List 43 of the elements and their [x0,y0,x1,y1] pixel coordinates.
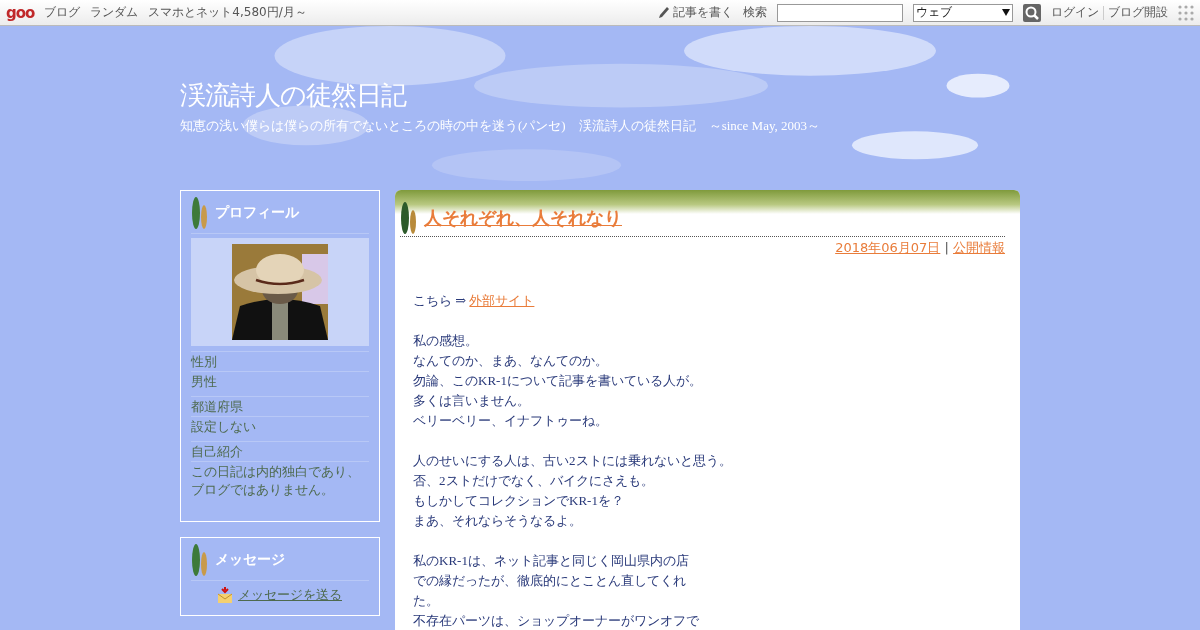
tree-icon [400,201,418,235]
profile-value: 男性 [191,371,369,391]
body-text: 私の感想。 [413,332,479,350]
body-text: 人のせいにする人は、古い2ストには乗れないと思う。 [413,452,733,470]
body-text: での縁だったが、徹底的にとことん直してくれ [413,572,687,590]
caret-icon [1002,9,1010,16]
goo-logo[interactable]: goo [6,3,35,22]
body-text: 否、2ストだけでなく、バイクにさえも。 [413,472,655,490]
profile-value: この日記は内的独白であり、 ブログではありません。 [191,461,369,499]
body-text: 勿論、このKR-1について記事を書いている人が。 [413,372,703,390]
top-link[interactable]: ランダム [90,4,139,21]
search-icon[interactable] [1023,3,1041,22]
signup-link[interactable]: ブログ開設 [1108,4,1168,21]
body-text: 私のKR-1は、ネット記事と同じく岡山県内の店 [413,552,690,570]
search-field[interactable] [777,3,903,22]
profile-label: 性別 [191,351,369,371]
top-link[interactable]: スマホとネット4,580円/月～ [148,4,307,21]
profile-value: 設定しない [191,416,369,436]
tree-icon [191,543,209,577]
scope-text: ウェブ [916,4,952,21]
profile-label: 都道府県 [191,396,369,416]
meta-separator: | [944,240,949,255]
profile-label: 自己紹介 [191,441,369,461]
body-text: 多くは言いません。 [413,392,531,410]
body-text: 不存在パーツは、ショップオーナーがワンオフで [413,612,700,630]
search-scope-dropdown[interactable]: ウェブ [913,3,1013,22]
top-link[interactable]: ブログ [44,4,81,21]
panel-title: プロフィール [215,204,299,222]
body-text: なんてのか、まあ、なんてのか。 [413,352,609,370]
login-link[interactable]: ログイン [1051,4,1099,21]
apps-icon[interactable] [1178,4,1194,21]
pen-icon [657,5,669,20]
tree-icon [191,196,209,230]
body-text: ベリーベリー、イナフトゥーね。 [413,412,609,430]
body-text: まあ、それならそうなるよ。 [413,512,583,530]
body-text: もしかしてコレクションでKR-1を？ [413,492,625,510]
write-link[interactable]: 記事を書く [673,4,733,21]
blog-tagline: 知恵の浅い僕らは僕らの所有でないところの時の中を迷う(パンセ) 渓流詩人の徒然日記 ～since May, 2003～ [180,117,822,135]
envelope-icon [218,587,232,603]
intro-text: こちら ⇒ [413,293,467,308]
body-text: た。 [413,592,440,610]
search-label: 検索 [743,4,767,21]
panel-title: メッセージ [215,551,285,569]
